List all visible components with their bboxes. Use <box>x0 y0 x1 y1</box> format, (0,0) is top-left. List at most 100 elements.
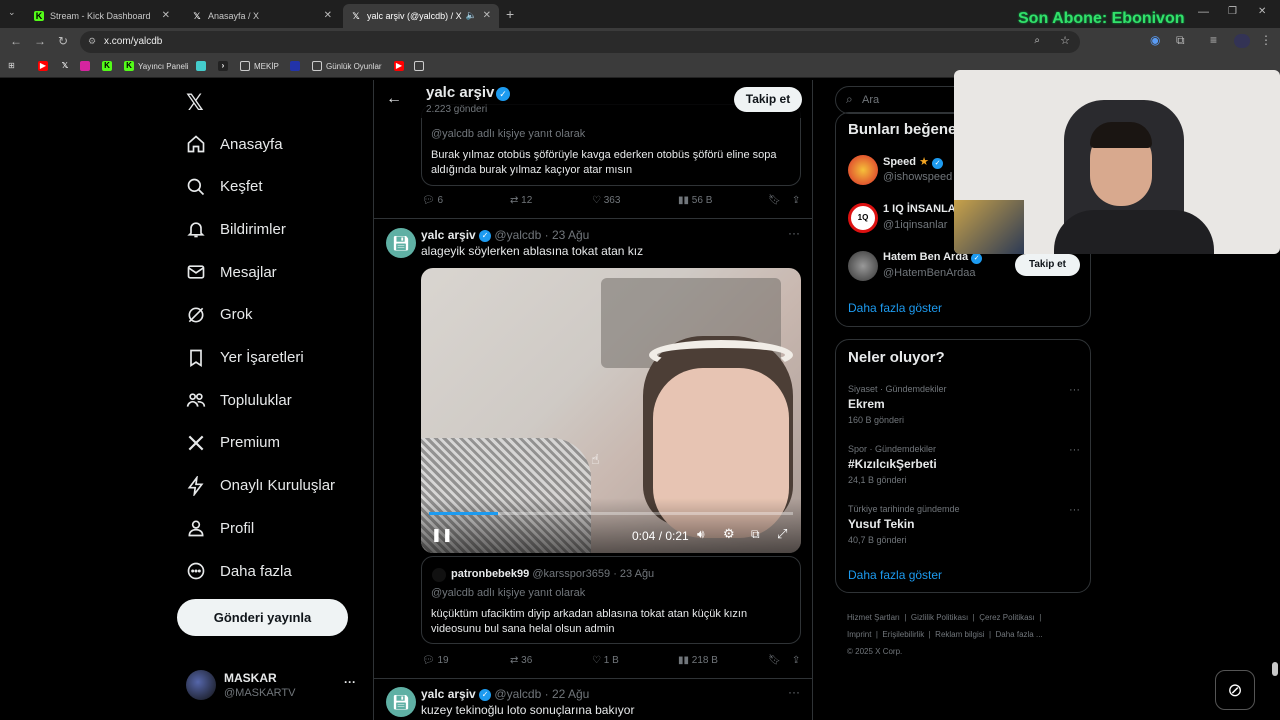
nav-item-home[interactable]: Anasayfa <box>186 134 283 154</box>
menu-icon[interactable]: ⋮ <box>1260 33 1272 47</box>
share-icon[interactable]: ⇪ <box>792 655 800 666</box>
avatar[interactable] <box>848 155 878 185</box>
author-name[interactable]: yalc arşiv <box>421 228 476 242</box>
puzzle-icon[interactable]: ⧉ <box>1176 33 1185 48</box>
post-button[interactable]: Gönderi yayınla <box>177 599 348 636</box>
avatar[interactable]: 1Q <box>848 203 878 233</box>
forward-icon[interactable]: → <box>34 34 46 48</box>
views-button[interactable]: ▮▮ 218 B <box>678 655 768 666</box>
nav-item-mail[interactable]: Mesajlar <box>186 262 277 282</box>
footer-link[interactable]: Reklam bilgisi <box>935 630 984 639</box>
more-icon[interactable]: ··· <box>1069 504 1080 516</box>
zoom-icon[interactable]: ⌕ <box>1034 35 1040 46</box>
restore-icon[interactable]: ❐ <box>1228 6 1237 17</box>
share-icon[interactable]: ⇪ <box>792 195 800 206</box>
avatar[interactable] <box>848 251 878 281</box>
browser-tab-yalcdb[interactable]: 𝕏 yalc arşiv (@yalcdb) / X 🔈 ✕ <box>343 4 499 28</box>
profile-avatar[interactable] <box>1234 34 1250 48</box>
speaker-icon[interactable]: 🔈 <box>466 10 477 21</box>
window-close-icon[interactable]: ✕ <box>1258 6 1266 17</box>
post-date[interactable]: · 23 Ağu <box>545 228 590 242</box>
browser-tab-anasayfa[interactable]: 𝕏 Anasayfa / X ✕ <box>184 4 340 28</box>
bookmark-image[interactable] <box>414 61 428 71</box>
footer-link[interactable]: Daha fazla ... <box>996 630 1043 639</box>
reading-list-icon[interactable]: ≡ <box>1210 33 1217 47</box>
pause-icon[interactable]: ❚❚ <box>431 527 453 543</box>
footer-link[interactable]: Çerez Politikası <box>979 613 1035 622</box>
close-icon[interactable]: ✕ <box>162 10 170 21</box>
nav-item-x[interactable]: Premium <box>186 433 280 453</box>
tab-search-icon[interactable]: ⌄ <box>8 7 16 18</box>
user-name[interactable]: Speed ★ ✓ <box>883 155 944 169</box>
nav-item-bookmark[interactable]: Yer İşaretleri <box>186 348 304 368</box>
author-handle[interactable]: @yalcdb <box>494 228 541 242</box>
post-date[interactable]: · 22 Ağu <box>545 687 590 701</box>
extension-icon[interactable]: ◉ <box>1150 33 1160 47</box>
reload-icon[interactable]: ↻ <box>58 34 68 48</box>
quoted-post[interactable]: patronbebek99 @karsspor3659 · 23 Ağu @ya… <box>421 556 801 644</box>
fullscreen-icon[interactable]: ⤢ <box>777 526 787 542</box>
video-progress-track[interactable] <box>429 512 793 515</box>
bookmark-youtube2[interactable]: ▶ <box>394 61 408 71</box>
nav-item-bell[interactable]: Bildirimler <box>186 219 286 239</box>
nav-item-more-circle[interactable]: Daha fazla <box>186 561 292 581</box>
bookmark-folder-gunluk[interactable]: Günlük Oyunlar <box>312 61 382 71</box>
grok-icon[interactable]: ⊘ <box>1215 670 1255 710</box>
close-icon[interactable]: ✕ <box>324 10 332 21</box>
back-arrow-icon[interactable]: ← <box>386 90 402 108</box>
views-button[interactable]: ▮▮ 56 B <box>678 195 768 206</box>
avatar[interactable]: 💾︎ <box>386 687 416 717</box>
more-icon[interactable]: ··· <box>344 675 356 689</box>
bookmark-app[interactable] <box>196 61 210 71</box>
follow-button[interactable]: Takip et <box>1015 254 1080 276</box>
x-logo-icon[interactable]: 𝕏 <box>186 90 204 116</box>
nav-item-bolt[interactable]: Onaylı Kuruluşlar <box>186 475 335 496</box>
bookmark-app2[interactable] <box>290 61 304 71</box>
minimize-icon[interactable]: — <box>1198 6 1209 18</box>
bookmark-icon[interactable]: 🔖︎ <box>768 655 781 666</box>
trend-item[interactable]: Siyaset · Gündemdekiler Ekrem 160 B gönd… <box>848 384 1080 425</box>
apps-icon[interactable]: ⊞ <box>8 61 15 70</box>
close-icon[interactable]: ✕ <box>483 10 491 21</box>
footer-link[interactable]: Imprint <box>847 630 871 639</box>
nav-item-grok[interactable]: Grok <box>186 305 253 325</box>
bookmark-x[interactable]: 𝕏 <box>60 61 74 71</box>
more-icon[interactable]: ··· <box>1069 384 1080 396</box>
show-more-link[interactable]: Daha fazla göster <box>848 301 942 315</box>
bookmark-kick[interactable]: K <box>102 61 116 71</box>
footer-link[interactable]: Gizlilik Politikası <box>911 613 968 622</box>
bookmark-icon[interactable]: 🔖︎ <box>768 195 781 206</box>
bookmark-yayinci-paneli[interactable]: K Yayıncı Paneli <box>124 61 189 71</box>
reply-button[interactable]: 💬︎ 6 <box>422 195 510 206</box>
settings-icon[interactable]: ⚙ <box>723 526 735 542</box>
scrollbar-thumb[interactable] <box>1272 662 1278 676</box>
nav-item-person[interactable]: Profil <box>186 518 254 538</box>
footer-link[interactable]: Hizmet Şartları <box>847 613 900 622</box>
trend-item[interactable]: Türkiye tarihinde gündemde Yusuf Tekin 4… <box>848 504 1080 545</box>
bookmark-instagram[interactable] <box>80 61 94 71</box>
follow-button[interactable]: Takip et <box>734 87 802 112</box>
more-icon[interactable]: ··· <box>788 226 800 240</box>
nav-item-communities[interactable]: Topluluklar <box>186 390 292 410</box>
like-button[interactable]: ♡ 1 B <box>592 655 678 666</box>
url-input[interactable]: ⚙ x.com/yalcdb ⌕ ☆ <box>80 31 1080 53</box>
pip-icon[interactable]: ⧉ <box>751 527 760 542</box>
repost-button[interactable]: ⇄ 36 <box>510 655 592 666</box>
show-more-link[interactable]: Daha fazla göster <box>848 568 942 582</box>
new-tab-button[interactable]: + <box>506 6 514 22</box>
bookmark-folder-mekip[interactable]: MEKİP <box>240 61 279 71</box>
back-icon[interactable]: ← <box>10 34 22 48</box>
author-handle[interactable]: @yalcdb <box>494 687 541 701</box>
footer-link[interactable]: Erişilebilirlik <box>882 630 924 639</box>
trend-item[interactable]: Spor · Gündemdekiler #KızılcıkŞerbeti 24… <box>848 444 1080 485</box>
user-name[interactable]: 1 IQ İNSANLA <box>883 203 956 215</box>
author-name[interactable]: yalc arşiv <box>421 687 476 701</box>
site-info-icon[interactable]: ⚙ <box>88 36 96 47</box>
video-player[interactable]: ❚❚ 0:04 / 0:21 🔊︎ ⚙ ⧉ ⤢ ☝ <box>421 268 801 553</box>
avatar[interactable]: 💾︎ <box>386 228 416 258</box>
volume-icon[interactable]: 🔊︎ <box>697 527 705 542</box>
more-icon[interactable]: ··· <box>1069 444 1080 456</box>
bookmark-youtube[interactable]: ▶ <box>38 61 52 71</box>
repost-button[interactable]: ⇄ 12 <box>510 195 592 206</box>
star-icon[interactable]: ☆ <box>1060 34 1070 47</box>
